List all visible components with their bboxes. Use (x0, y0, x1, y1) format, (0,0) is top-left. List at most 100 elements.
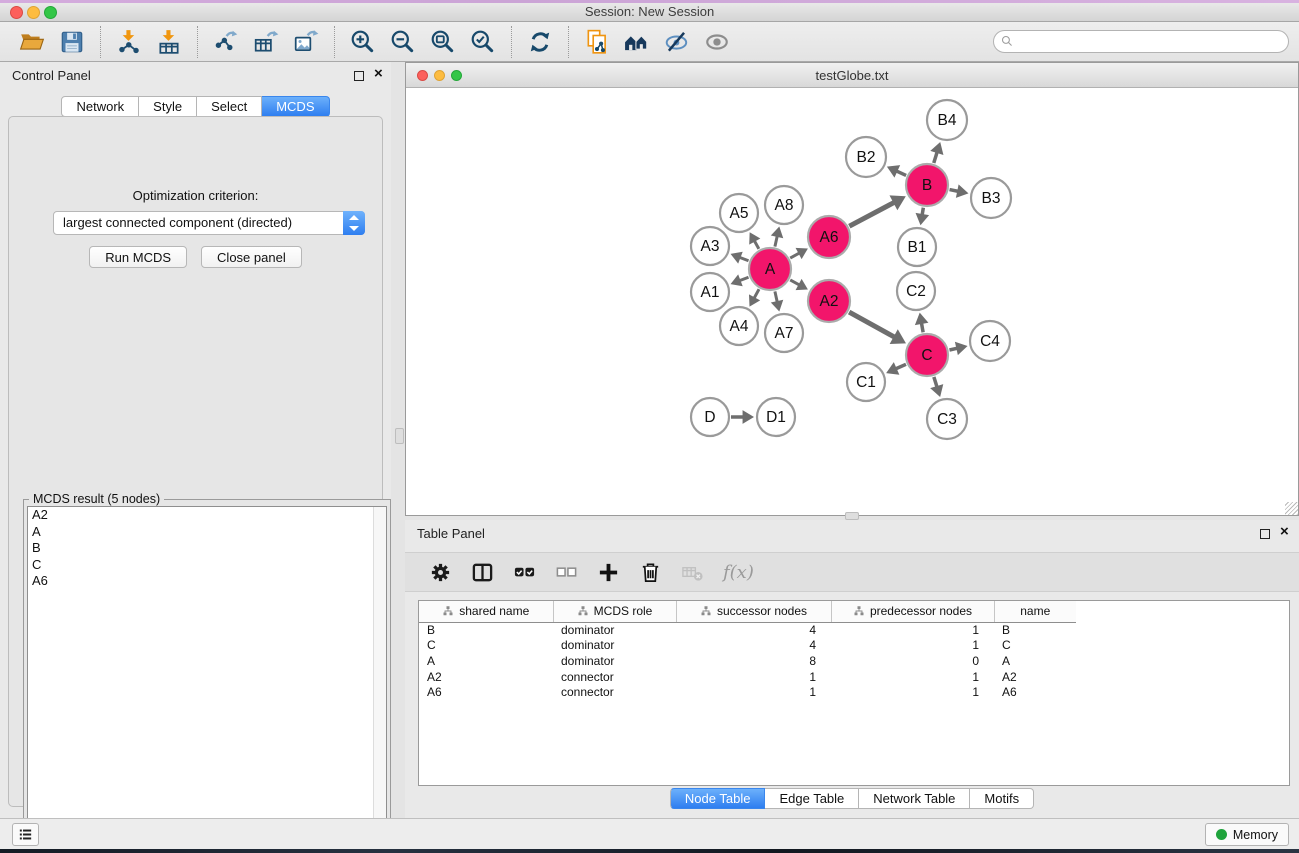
add-column-icon[interactable] (595, 559, 621, 585)
table-cell[interactable]: dominator (553, 653, 676, 669)
graph-node-A7[interactable]: A7 (765, 314, 803, 352)
table-cell[interactable]: dominator (553, 622, 676, 638)
import-network-icon[interactable] (114, 27, 144, 57)
tab-network[interactable]: Network (61, 96, 139, 117)
table-cell[interactable]: 1 (676, 669, 831, 685)
split-view-icon[interactable] (469, 559, 495, 585)
table-cell[interactable]: A (994, 653, 1076, 669)
horizontal-divider-grip[interactable] (845, 512, 859, 520)
graph-edge-A-A4[interactable] (754, 289, 759, 299)
column-header-successor-nodes[interactable]: successor nodes (676, 601, 831, 622)
graph-node-B4[interactable]: B4 (927, 100, 967, 140)
tab-motifs[interactable]: Motifs (970, 788, 1034, 809)
run-mcds-button[interactable]: Run MCDS (89, 246, 187, 268)
memory-button[interactable]: Memory (1205, 823, 1289, 846)
export-network-icon[interactable] (211, 27, 241, 57)
export-image-icon[interactable] (291, 27, 321, 57)
column-header-shared-name[interactable]: shared name (419, 601, 553, 622)
column-header-name[interactable]: name (994, 601, 1076, 622)
hide-selected-icon[interactable] (662, 27, 692, 57)
graph-node-C[interactable]: C (906, 334, 948, 376)
table-cell[interactable]: connector (553, 684, 676, 700)
first-neighbors-icon[interactable] (622, 27, 652, 57)
table-row[interactable]: Bdominator41B (419, 622, 1076, 638)
mcds-result-scrollbar[interactable] (373, 507, 386, 849)
table-cell[interactable]: 8 (676, 653, 831, 669)
table-cell[interactable]: connector (553, 669, 676, 685)
zoom-selected-icon[interactable] (468, 27, 498, 57)
zoom-fit-icon[interactable] (428, 27, 458, 57)
close-panel-icon[interactable]: × (374, 65, 383, 83)
close-panel-button[interactable]: Close panel (201, 246, 302, 268)
settings-icon[interactable] (427, 559, 453, 585)
graph-node-B1[interactable]: B1 (898, 228, 936, 266)
table-cell[interactable]: 0 (831, 653, 994, 669)
graph-node-A[interactable]: A (749, 248, 791, 290)
mcds-result-item[interactable]: C (28, 557, 386, 574)
tab-node-table[interactable]: Node Table (670, 788, 766, 809)
float-panel-icon[interactable] (354, 71, 364, 81)
table-cell[interactable]: C (994, 638, 1076, 654)
graph-node-B2[interactable]: B2 (846, 137, 886, 177)
graph-node-A5[interactable]: A5 (720, 194, 758, 232)
task-history-button[interactable] (12, 823, 39, 846)
refresh-icon[interactable] (525, 27, 555, 57)
graph-edge-A-A2[interactable] (790, 280, 800, 285)
table-row[interactable]: Cdominator41C (419, 638, 1076, 654)
save-session-icon[interactable] (57, 27, 87, 57)
table-cell[interactable]: B (994, 622, 1076, 638)
table-cell[interactable]: A6 (994, 684, 1076, 700)
export-table-icon[interactable] (251, 27, 281, 57)
table-row[interactable]: A2connector11A2 (419, 669, 1076, 685)
graph-edge-A-A8[interactable] (775, 235, 777, 246)
tab-edge-table[interactable]: Edge Table (765, 788, 859, 809)
graph-node-C1[interactable]: C1 (847, 363, 885, 401)
graph-node-A3[interactable]: A3 (691, 227, 729, 265)
tab-select[interactable]: Select (197, 96, 262, 117)
network-canvas[interactable]: B4B2BB3A8A5A6A3B1AA1C2A2A4A7C4CC1DD1C3 (406, 89, 1298, 515)
table-row[interactable]: Adominator80A (419, 653, 1076, 669)
search-input[interactable] (993, 30, 1289, 53)
select-all-icon[interactable] (511, 559, 537, 585)
table-cell[interactable]: 1 (831, 669, 994, 685)
table-row[interactable]: A6connector11A6 (419, 684, 1076, 700)
delete-table-icon[interactable] (679, 559, 705, 585)
graph-node-B3[interactable]: B3 (971, 178, 1011, 218)
graph-node-C2[interactable]: C2 (897, 272, 935, 310)
graph-node-A8[interactable]: A8 (765, 186, 803, 224)
table-cell[interactable]: 1 (831, 622, 994, 638)
table-cell[interactable]: C (419, 638, 553, 654)
tab-mcds[interactable]: MCDS (262, 96, 329, 117)
import-table-icon[interactable] (154, 27, 184, 57)
graph-node-A6[interactable]: A6 (808, 216, 850, 258)
new-network-from-selection-icon[interactable] (582, 27, 612, 57)
table-cell[interactable]: B (419, 622, 553, 638)
column-header-mcds-role[interactable]: MCDS role (553, 601, 676, 622)
table-cell[interactable]: 4 (676, 622, 831, 638)
window-resize-grip[interactable] (1285, 502, 1298, 515)
deselect-all-icon[interactable] (553, 559, 579, 585)
tab-style[interactable]: Style (139, 96, 197, 117)
zoom-in-icon[interactable] (348, 27, 378, 57)
vertical-divider-grip[interactable] (395, 428, 404, 444)
graph-edge-A2-C[interactable] (849, 312, 895, 338)
graph-node-C4[interactable]: C4 (970, 321, 1010, 361)
table-cell[interactable]: dominator (553, 638, 676, 654)
open-session-icon[interactable] (17, 27, 47, 57)
function-builder-icon[interactable]: f(x) (723, 562, 754, 583)
graph-edge-C-C1[interactable] (895, 364, 906, 369)
table-cell[interactable]: A (419, 653, 553, 669)
table-cell[interactable]: 1 (676, 684, 831, 700)
mcds-result-item[interactable]: A2 (28, 507, 386, 524)
graph-node-A2[interactable]: A2 (808, 280, 850, 322)
table-float-panel-icon[interactable] (1260, 529, 1270, 539)
mcds-result-item[interactable]: A6 (28, 573, 386, 590)
zoom-out-icon[interactable] (388, 27, 418, 57)
graph-node-C3[interactable]: C3 (927, 399, 967, 439)
graph-node-B[interactable]: B (906, 164, 948, 206)
mcds-result-item[interactable]: A (28, 524, 386, 541)
graph-edge-A6-B[interactable] (849, 202, 895, 226)
graph-node-A4[interactable]: A4 (720, 307, 758, 345)
graph-node-D[interactable]: D (691, 398, 729, 436)
column-header-predecessor-nodes[interactable]: predecessor nodes (831, 601, 994, 622)
